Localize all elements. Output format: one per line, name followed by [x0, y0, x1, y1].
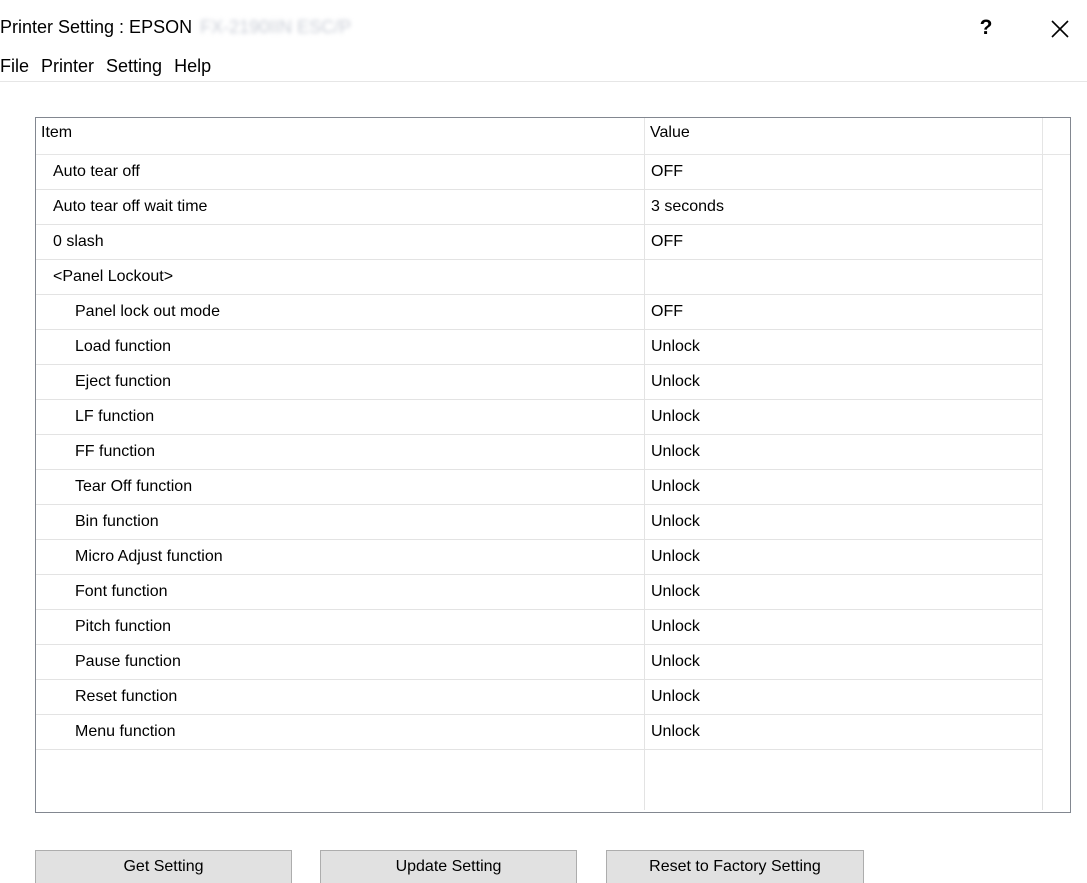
close-icon: [1051, 20, 1069, 38]
settings-list[interactable]: Item Value Auto tear off OFF Auto tear off…: [35, 117, 1071, 813]
row-item-label: Menu function: [36, 715, 645, 749]
row-value: OFF: [645, 155, 1043, 189]
row-item-label: Tear Off function: [36, 470, 645, 504]
row-value: OFF: [645, 225, 1043, 259]
menu-divider: [0, 81, 1087, 82]
row-value: Unlock: [645, 365, 1043, 399]
table-row[interactable]: Menu function Unlock: [36, 715, 1043, 750]
row-value: Unlock: [645, 435, 1043, 469]
redacted-model-name: FX-2190IIN ESC/P: [200, 17, 352, 37]
row-item-label: FF function: [36, 435, 645, 469]
table-row[interactable]: FF function Unlock: [36, 435, 1043, 470]
menu-setting[interactable]: Setting: [106, 52, 170, 80]
table-row[interactable]: Micro Adjust function Unlock: [36, 540, 1043, 575]
row-item-label: Bin function: [36, 505, 645, 539]
row-value: Unlock: [645, 400, 1043, 434]
row-value: Unlock: [645, 680, 1043, 714]
window-title-text: Printer Setting : EPSON: [0, 17, 193, 37]
table-row[interactable]: Eject function Unlock: [36, 365, 1043, 400]
row-value: Unlock: [645, 505, 1043, 539]
row-value: [645, 260, 1043, 294]
row-item-label: Micro Adjust function: [36, 540, 645, 574]
table-row[interactable]: Font function Unlock: [36, 575, 1043, 610]
row-item-label: Reset function: [36, 680, 645, 714]
row-item-label: Font function: [36, 575, 645, 609]
row-value: Unlock: [645, 540, 1043, 574]
empty-item-cell: [36, 750, 645, 810]
table-row[interactable]: LF function Unlock: [36, 400, 1043, 435]
row-item-label: Panel lock out mode: [36, 295, 645, 329]
table-row[interactable]: Tear Off function Unlock: [36, 470, 1043, 505]
close-button[interactable]: [1047, 16, 1073, 42]
row-item-label: <Panel Lockout>: [36, 260, 645, 294]
empty-row: [36, 750, 1043, 810]
table-row[interactable]: Pitch function Unlock: [36, 610, 1043, 645]
window-title: Printer Setting : EPSON FX-2190IIN ESC/P: [0, 17, 351, 38]
table-row[interactable]: Pause function Unlock: [36, 645, 1043, 680]
row-item-label: Eject function: [36, 365, 645, 399]
row-value: Unlock: [645, 575, 1043, 609]
row-value: Unlock: [645, 470, 1043, 504]
table-row[interactable]: Load function Unlock: [36, 330, 1043, 365]
column-header-item[interactable]: Item: [36, 118, 645, 154]
reset-factory-setting-button[interactable]: Reset to Factory Setting: [606, 850, 864, 883]
row-item-label: Load function: [36, 330, 645, 364]
table-row[interactable]: Panel lock out mode OFF: [36, 295, 1043, 330]
row-value: OFF: [645, 295, 1043, 329]
column-header-value[interactable]: Value: [645, 118, 1043, 154]
row-item-label: 0 slash: [36, 225, 645, 259]
menu-file[interactable]: File: [0, 52, 37, 80]
update-setting-button[interactable]: Update Setting: [320, 850, 577, 883]
menu-bar: File Printer Setting Help: [0, 52, 223, 80]
title-bar: Printer Setting : EPSON FX-2190IIN ESC/P …: [0, 0, 1087, 48]
table-row[interactable]: Auto tear off OFF: [36, 155, 1043, 190]
row-item-label: LF function: [36, 400, 645, 434]
row-item-label: Auto tear off: [36, 155, 645, 189]
row-value: 3 seconds: [645, 190, 1043, 224]
row-item-label: Pause function: [36, 645, 645, 679]
help-button[interactable]: ?: [972, 14, 1000, 42]
row-value: Unlock: [645, 330, 1043, 364]
menu-printer[interactable]: Printer: [41, 52, 102, 80]
table-row[interactable]: 0 slash OFF: [36, 225, 1043, 260]
row-item-label: Auto tear off wait time: [36, 190, 645, 224]
table-row[interactable]: Bin function Unlock: [36, 505, 1043, 540]
menu-help[interactable]: Help: [174, 52, 219, 80]
row-item-label: Pitch function: [36, 610, 645, 644]
printer-setting-window: Printer Setting : EPSON FX-2190IIN ESC/P …: [0, 0, 1087, 883]
row-value: Unlock: [645, 645, 1043, 679]
table-row[interactable]: Reset function Unlock: [36, 680, 1043, 715]
list-rows: Auto tear off OFF Auto tear off wait time 3…: [36, 155, 1043, 810]
get-setting-button[interactable]: Get Setting: [35, 850, 292, 883]
empty-value-cell: [645, 750, 1043, 810]
row-value: Unlock: [645, 715, 1043, 749]
list-header: Item Value: [36, 118, 1070, 155]
row-value: Unlock: [645, 610, 1043, 644]
table-row[interactable]: <Panel Lockout>: [36, 260, 1043, 295]
table-row[interactable]: Auto tear off wait time 3 seconds: [36, 190, 1043, 225]
